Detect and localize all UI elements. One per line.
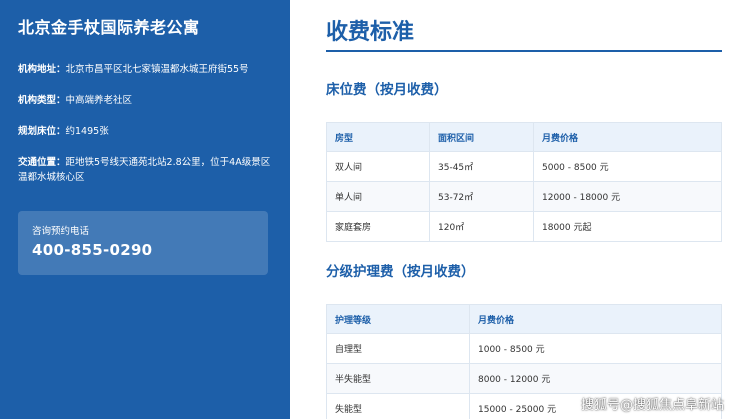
info-label: 规划床位：: [18, 126, 66, 137]
table-cell: 5000 - 8500 元: [533, 151, 722, 182]
contact-phone[interactable]: 400-855-0290: [32, 241, 254, 259]
table-cell: 单人间: [326, 181, 430, 212]
column-header: 面积区间: [429, 122, 534, 152]
page-title: 收费标准: [326, 0, 722, 52]
bed-fee-table: 房型 面积区间 月费价格 双人间 35-45㎡ 5000 - 8500 元 单人…: [326, 122, 722, 242]
info-transport: 交通位置：距地铁5号线天通苑北站2.8公里，位于4A级景区温都水城核心区: [18, 155, 272, 185]
table-cell: 8000 - 12000 元: [469, 363, 722, 394]
info-label: 机构地址：: [18, 64, 66, 75]
table-row: 半失能型 8000 - 12000 元: [326, 363, 722, 394]
info-value: 中高端养老社区: [65, 95, 133, 106]
table-cell: 18000 元起: [533, 211, 722, 242]
watermark: 搜狐号@搜狐焦点阜新站: [580, 398, 724, 413]
facility-name: 北京金手杖国际养老公寓: [18, 18, 200, 37]
table-header-row: 房型 面积区间 月费价格: [326, 122, 722, 152]
table-row: 双人间 35-45㎡ 5000 - 8500 元: [326, 151, 722, 182]
contact-label: 咨询预约电话: [32, 226, 90, 237]
column-header: 房型: [326, 122, 430, 152]
column-header: 护理等级: [326, 304, 470, 334]
care-fee-title: 分级护理费（按月收费）: [326, 264, 475, 280]
main-content: 收费标准 床位费（按月收费） 房型 面积区间 月费价格 双人间 35-45㎡ 5…: [326, 0, 722, 419]
info-value: 北京市昌平区北七家镇温都水城王府街55号: [65, 64, 249, 75]
table-row: 自理型 1000 - 8500 元: [326, 333, 722, 364]
info-label: 机构类型：: [18, 95, 66, 106]
table-cell: 35-45㎡: [429, 151, 534, 182]
sidebar: 北京金手杖国际养老公寓 机构地址：北京市昌平区北七家镇温都水城王府街55号 机构…: [0, 0, 290, 419]
table-cell: 半失能型: [326, 363, 470, 394]
table-cell: 12000 - 18000 元: [533, 181, 722, 212]
info-address: 机构地址：北京市昌平区北七家镇温都水城王府街55号: [18, 62, 272, 77]
contact-box: 咨询预约电话 400-855-0290: [18, 211, 268, 275]
info-type: 机构类型：中高端养老社区: [18, 93, 272, 108]
table-cell: 53-72㎡: [429, 181, 534, 212]
info-beds: 规划床位：约1495张: [18, 124, 272, 139]
column-header: 月费价格: [533, 122, 722, 152]
table-cell: 失能型: [326, 393, 470, 419]
table-header-row: 护理等级 月费价格: [326, 304, 722, 334]
column-header: 月费价格: [469, 304, 722, 334]
table-cell: 120㎡: [429, 211, 534, 242]
table-row: 单人间 53-72㎡ 12000 - 18000 元: [326, 181, 722, 212]
info-label: 交通位置：: [18, 157, 66, 168]
info-value: 约1495张: [65, 126, 109, 137]
table-cell: 自理型: [326, 333, 470, 364]
table-cell: 双人间: [326, 151, 430, 182]
bed-fee-title: 床位费（按月收费）: [326, 82, 448, 98]
table-cell: 1000 - 8500 元: [469, 333, 722, 364]
table-row: 家庭套房 120㎡ 18000 元起: [326, 211, 722, 242]
table-cell: 家庭套房: [326, 211, 430, 242]
